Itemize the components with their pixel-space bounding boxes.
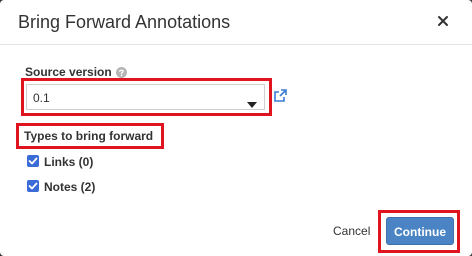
question-circle-icon[interactable] xyxy=(116,65,127,78)
caret-down-icon xyxy=(247,95,257,108)
external-link-icon[interactable] xyxy=(274,89,287,102)
dialog-header: Bring Forward Annotations xyxy=(0,0,472,45)
close-icon[interactable] xyxy=(436,14,450,28)
bring-forward-dialog: Bring Forward Annotations Source version… xyxy=(0,0,472,256)
continue-label: Continue xyxy=(394,225,446,239)
notes-checkbox[interactable] xyxy=(27,180,39,192)
source-version-select[interactable]: 0.1 xyxy=(26,84,265,110)
links-checkbox[interactable] xyxy=(27,155,39,167)
notes-label: Notes (2) xyxy=(44,180,96,194)
dialog-title: Bring Forward Annotations xyxy=(18,12,231,32)
source-version-label: Source version xyxy=(25,65,112,79)
source-version-value: 0.1 xyxy=(33,91,50,105)
cancel-button[interactable]: Cancel xyxy=(333,224,370,238)
types-to-bring-forward-label: Types to bring forward xyxy=(24,129,154,143)
links-label: Links (0) xyxy=(44,155,94,169)
continue-button[interactable]: Continue xyxy=(386,217,454,245)
